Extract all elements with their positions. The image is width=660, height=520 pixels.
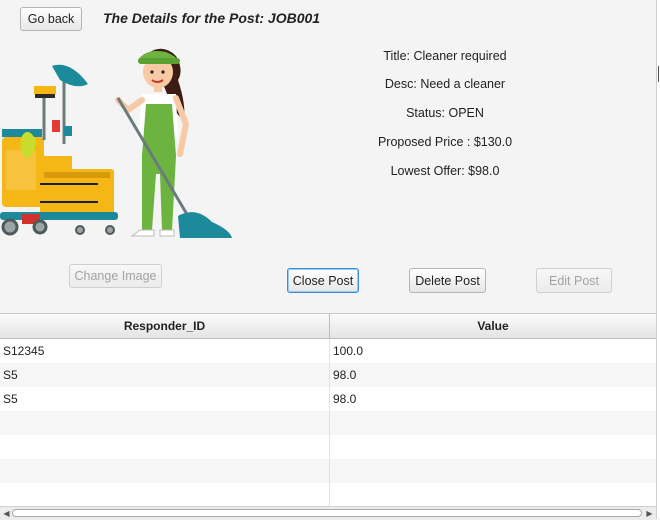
value-cell: 98.0: [333, 392, 357, 406]
cleaning-lady-illustration: [0, 48, 232, 238]
change-image-button[interactable]: Change Image: [69, 264, 162, 288]
go-back-button[interactable]: Go back: [20, 7, 82, 31]
value-cell: [330, 459, 656, 483]
responder-id-cell: S12345: [0, 339, 330, 363]
delete-post-button[interactable]: Delete Post: [409, 268, 486, 293]
cleaner-figure: [115, 48, 232, 238]
post-title-text: Title: Cleaner required: [383, 49, 507, 63]
responder-id-cell: [0, 483, 330, 507]
table-row[interactable]: S5 98.0: [0, 387, 656, 411]
table-row: [0, 411, 656, 435]
responder-id-cell: S5: [0, 363, 330, 387]
scrollbar-thumb[interactable]: [12, 509, 642, 517]
table-row[interactable]: S12345 100.0: [0, 339, 656, 363]
page-title: The Details for the Post: JOB001: [103, 10, 321, 26]
offers-table[interactable]: Responder_ID Value S12345 100.0 S5 98.0 …: [0, 313, 656, 507]
responder-id-cell: S5: [0, 387, 330, 411]
window-edge: [656, 0, 660, 519]
lowest-offer-text: Lowest Offer: $98.0: [390, 164, 500, 178]
table-row[interactable]: S5 98.0: [0, 363, 656, 387]
value-cell: 100.0: [333, 344, 364, 358]
chevron-left-icon[interactable]: ◀: [2, 509, 11, 518]
table-row: [0, 459, 656, 483]
table-body: S12345 100.0 S5 98.0 S5 98.0: [0, 339, 656, 507]
responder-id-cell: [0, 459, 330, 483]
horizontal-scrollbar[interactable]: ◀ ▶: [0, 506, 656, 520]
value-cell: 98.0: [333, 368, 357, 382]
value-cell: [330, 483, 656, 507]
value-cell: [330, 411, 656, 435]
value-cell: [330, 435, 656, 459]
column-header-value[interactable]: Value: [330, 314, 656, 338]
responder-id-cell: [0, 411, 330, 435]
job-details-window: Go back The Details for the Post: JOB001: [0, 0, 656, 520]
close-post-button[interactable]: Close Post: [287, 268, 359, 293]
post-desc-text: Desc: Need a cleaner: [384, 77, 506, 91]
table-row: [0, 435, 656, 459]
responder-id-cell: [0, 435, 330, 459]
post-status-text: Status: OPEN: [406, 106, 484, 120]
column-header-responder-id[interactable]: Responder_ID: [0, 314, 330, 338]
table-header: Responder_ID Value: [0, 314, 656, 339]
proposed-price-text: Proposed Price : $130.0: [377, 135, 513, 149]
edge-mark: [658, 66, 659, 82]
cleaning-cart: [0, 64, 118, 236]
chevron-right-icon[interactable]: ▶: [645, 509, 654, 518]
edit-post-button[interactable]: Edit Post: [536, 268, 612, 293]
table-row: [0, 483, 656, 507]
